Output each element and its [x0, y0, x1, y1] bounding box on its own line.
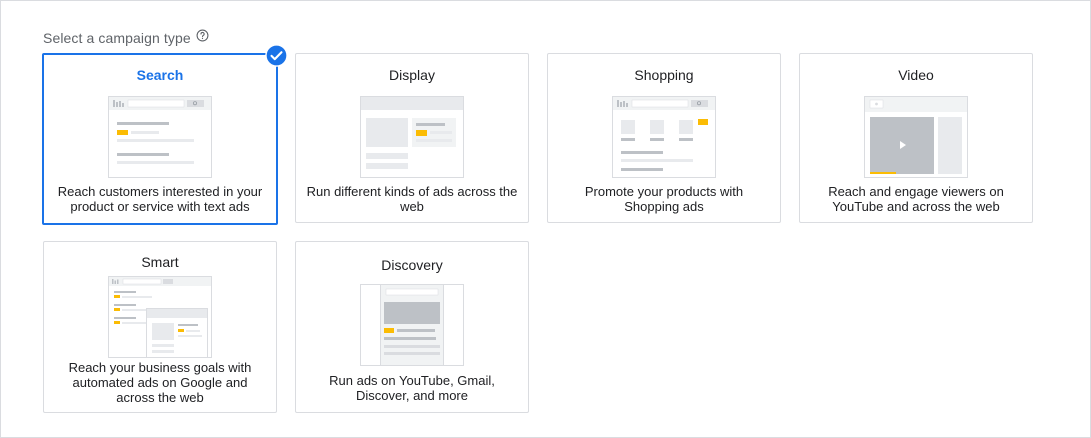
campaign-card-shopping[interactable]: Shopping Promote your products with Shop… [547, 53, 781, 223]
campaign-card-title: Shopping [634, 67, 694, 83]
campaign-card-description: Reach your business goals with automated… [68, 360, 252, 405]
campaign-card-title: Display [389, 67, 435, 83]
help-circle-icon[interactable] [196, 29, 209, 42]
campaign-card-title: Discovery [381, 257, 443, 273]
check-circle-icon [265, 44, 288, 67]
campaign-type-panel: Select a campaign type Search Reach cust… [0, 0, 1091, 438]
section-header: Select a campaign type [43, 29, 209, 47]
shopping-ads-illustration [612, 96, 716, 178]
campaign-card-description: Run different kinds of ads across the we… [306, 184, 518, 214]
campaign-card-title: Search [136, 67, 184, 83]
section-title: Select a campaign type [43, 30, 191, 46]
campaign-card-video[interactable]: Video Reach and engage viewers on YouTub… [799, 53, 1033, 223]
campaign-card-search[interactable]: Search Reach customers interested in you… [42, 53, 278, 225]
search-ads-illustration [108, 96, 212, 178]
campaign-card-description: Reach and engage viewers on YouTube and … [828, 184, 1004, 214]
smart-ads-illustration [108, 276, 212, 358]
campaign-card-description: Reach customers interested in your produ… [57, 184, 263, 214]
discovery-ads-illustration [360, 284, 464, 366]
campaign-card-discovery[interactable]: Discovery Run ads on YouTube, Gmail, Dis… [295, 241, 529, 413]
campaign-card-title: Smart [141, 254, 179, 270]
campaign-card-description: Promote your products with Shopping ads [584, 184, 744, 214]
campaign-card-display[interactable]: Display Run different kinds of ads acros… [295, 53, 529, 223]
campaign-card-smart[interactable]: Smart Reach your business goals with aut… [43, 241, 277, 413]
video-ads-illustration [864, 96, 968, 178]
campaign-card-title: Video [898, 67, 934, 83]
campaign-card-description: Run ads on YouTube, Gmail, Discover, and… [329, 373, 495, 403]
display-ads-illustration [360, 96, 464, 178]
